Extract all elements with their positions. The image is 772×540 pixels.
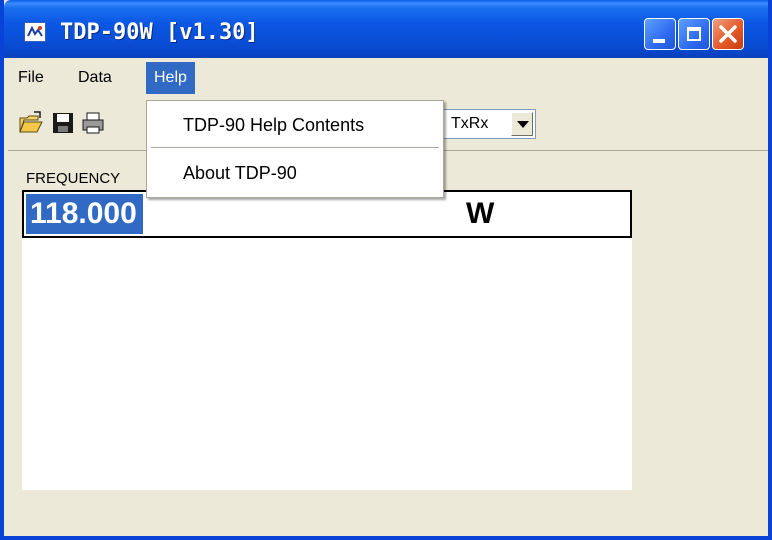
menu-bar: File Data Help bbox=[8, 62, 768, 94]
save-disk-icon[interactable] bbox=[50, 110, 76, 136]
tdp-app-icon[interactable] bbox=[24, 22, 46, 42]
mode-select[interactable]: TxRx bbox=[440, 109, 536, 139]
close-button[interactable] bbox=[712, 18, 744, 50]
close-icon bbox=[719, 25, 737, 43]
menu-item-help-contents[interactable]: TDP-90 Help Contents bbox=[147, 103, 443, 147]
title-bar[interactable]: TDP-90W [v1.30] bbox=[4, 0, 768, 58]
minimize-button[interactable] bbox=[644, 18, 676, 50]
maximize-button[interactable] bbox=[678, 18, 710, 50]
mode-select-value: TxRx bbox=[451, 115, 489, 132]
status-strip bbox=[8, 492, 768, 536]
minimize-icon bbox=[653, 39, 665, 43]
maximize-icon bbox=[687, 27, 701, 41]
frequency-label: FREQUENCY bbox=[26, 170, 121, 187]
window-title: TDP-90W [v1.30] bbox=[60, 20, 259, 45]
menu-file[interactable]: File bbox=[10, 62, 52, 94]
app-window: TDP-90W [v1.30] File Data Help TxRx FREQ… bbox=[0, 0, 772, 540]
chevron-down-icon[interactable] bbox=[511, 112, 533, 136]
open-folder-icon[interactable] bbox=[18, 110, 44, 136]
frequency-value[interactable]: 118.000 bbox=[26, 194, 143, 234]
frequency-unit: W bbox=[466, 197, 495, 230]
menu-help[interactable]: Help bbox=[146, 62, 195, 94]
menu-separator bbox=[151, 147, 439, 148]
menu-item-about[interactable]: About TDP-90 bbox=[147, 151, 443, 195]
menu-data[interactable]: Data bbox=[70, 62, 120, 94]
printer-icon[interactable] bbox=[80, 110, 106, 136]
help-menu-dropdown: TDP-90 Help Contents About TDP-90 bbox=[146, 100, 444, 198]
